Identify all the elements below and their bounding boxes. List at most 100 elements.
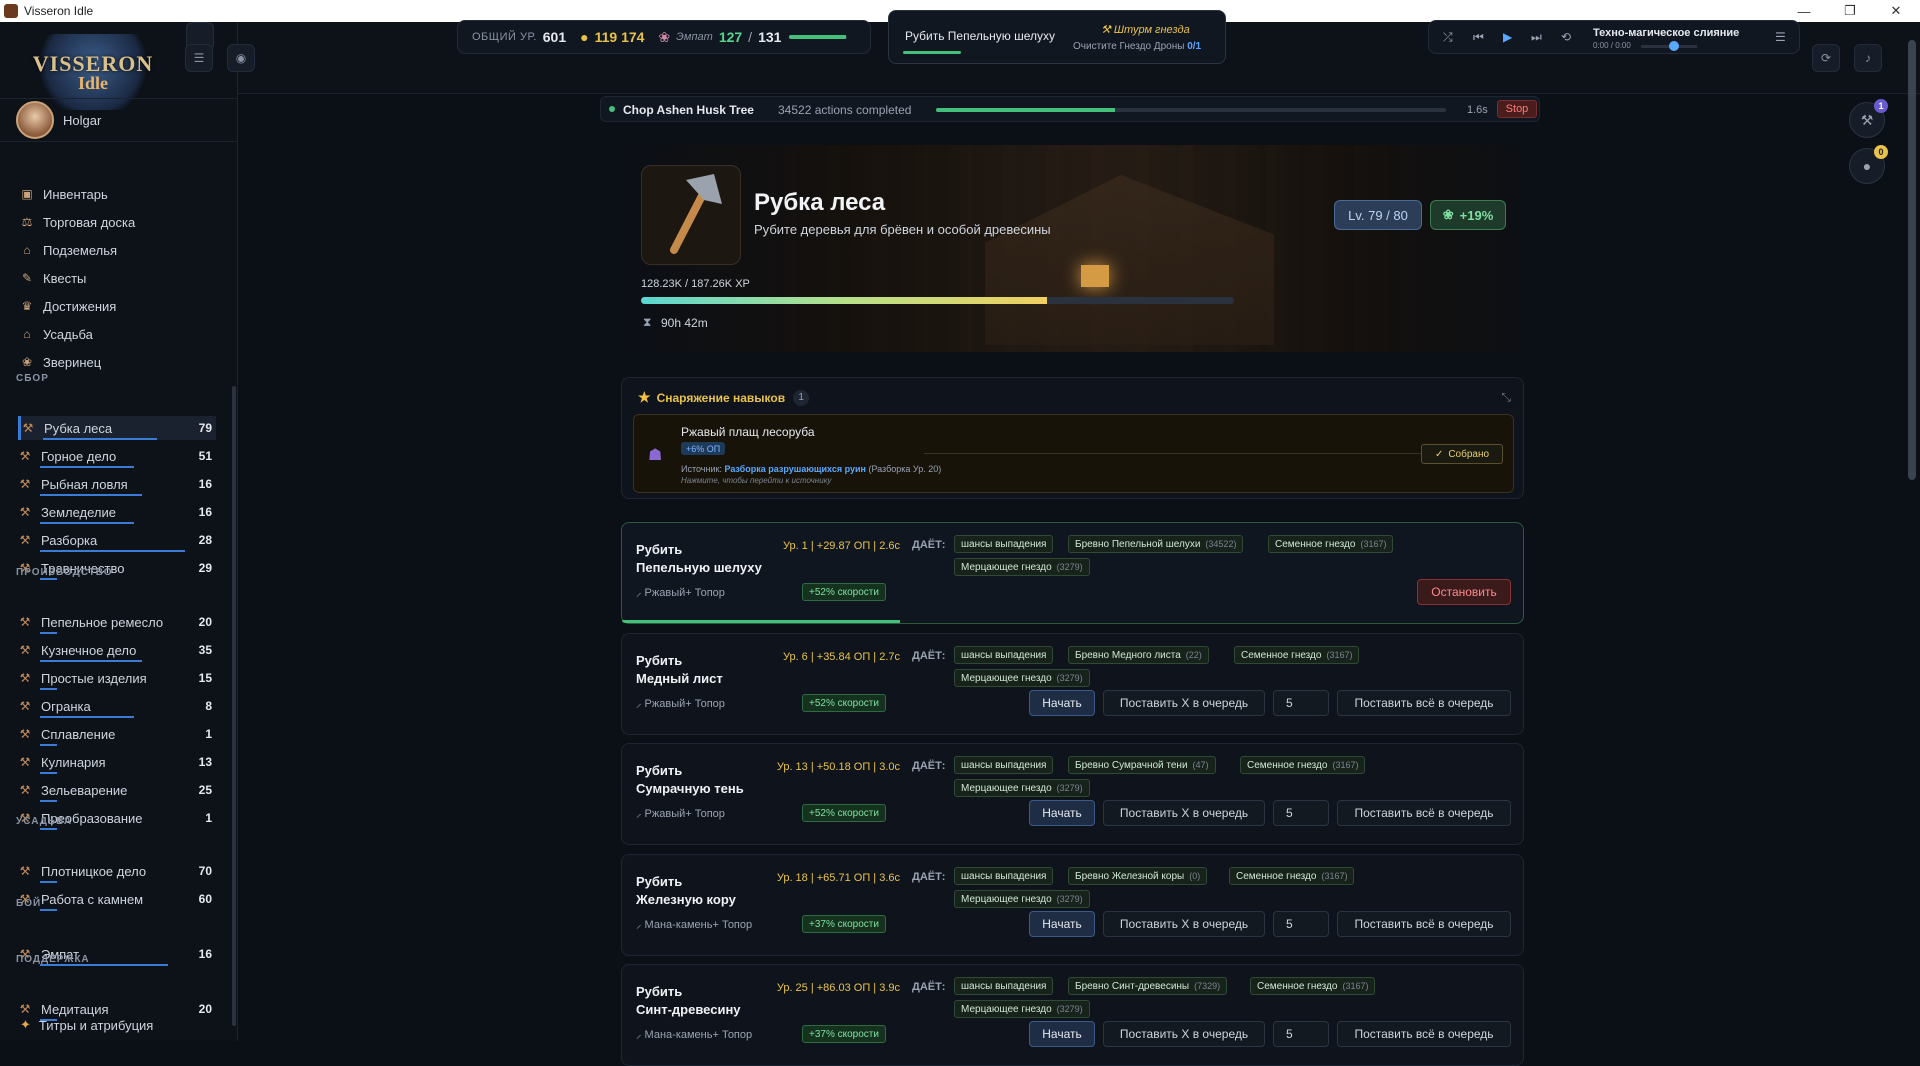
nav-item-label: Квесты	[43, 270, 87, 286]
drop-chip[interactable]: Семенное гнездо (3167)	[1234, 646, 1360, 664]
volume-icon[interactable]: ♪	[1854, 44, 1882, 72]
repeat-icon[interactable]: ⟲	[1561, 30, 1571, 44]
drop-chip[interactable]: Семенное гнездо (3167)	[1240, 756, 1366, 774]
main-scrollbar[interactable]	[1908, 40, 1916, 480]
drop-chip[interactable]: шансы выпадения	[954, 756, 1054, 774]
drop-chip[interactable]: Мерцающее гнездо (3279)	[954, 669, 1090, 687]
nav-item-2[interactable]: ⌂ Подземелья	[20, 239, 220, 261]
drop-chip[interactable]: Мерцающее гнездо (3279)	[954, 558, 1090, 576]
start-button[interactable]: Начать	[1029, 1021, 1095, 1047]
gear-header[interactable]: ★ Снаряжение навыков 1	[638, 389, 810, 406]
drop-chip[interactable]: шансы выпадения	[954, 977, 1054, 995]
drop-chip[interactable]: Бревно Пепельной шелухи (34522)	[1068, 535, 1244, 553]
next-track-icon[interactable]: ⏭	[1531, 30, 1542, 45]
tools-icon[interactable]: ⚒ 1	[1849, 99, 1888, 138]
credits-link[interactable]: ✦ Титры и атрибуция	[20, 1017, 153, 1033]
drop-chip[interactable]: Семенное гнездо (3167)	[1250, 977, 1376, 995]
stop-button[interactable]: Остановить	[1417, 579, 1511, 605]
collapse-icon[interactable]: ⤡	[1501, 390, 1511, 405]
nav-item-4[interactable]: ♛ Достижения	[20, 295, 220, 317]
close-button[interactable]: ✕	[1873, 0, 1919, 22]
avatar[interactable]	[16, 101, 54, 139]
drop-chip[interactable]: Мерцающее гнездо (3279)	[954, 890, 1090, 908]
maximize-button[interactable]: ❐	[1827, 0, 1873, 22]
quantity-input[interactable]: 5	[1273, 1021, 1329, 1047]
nav-item-0[interactable]: ▣ Инвентарь	[20, 183, 220, 205]
drop-chip[interactable]: шансы выпадения	[954, 535, 1054, 553]
skill-item[interactable]: ⚒ Земледелие 16	[18, 500, 216, 524]
skill-item[interactable]: ⚒ Рыбная ловля 16	[18, 472, 216, 496]
drop-chip[interactable]: Бревно Железной коры (0)	[1068, 867, 1208, 885]
shuffle-icon[interactable]: ⤮	[1443, 30, 1453, 45]
prev-track-icon[interactable]: ⏮	[1473, 30, 1484, 45]
queue-x-button[interactable]: Поставить X в очередь	[1103, 1021, 1265, 1047]
action-speed-badge: +37% скорости	[802, 915, 886, 933]
start-button[interactable]: Начать	[1029, 690, 1095, 716]
skill-progress	[40, 772, 57, 774]
skill-item[interactable]: ⚒ Плотницкое дело 70	[18, 859, 216, 883]
skill-item[interactable]: ⚒ Горное дело 51	[18, 444, 216, 468]
skill-item[interactable]: ⚒ Рубка леса 79	[18, 416, 216, 440]
sync-icon[interactable]: ⟳	[1812, 44, 1840, 72]
start-button[interactable]: Начать	[1029, 911, 1095, 937]
queue-all-button[interactable]: Поставить всё в очередь	[1337, 911, 1511, 937]
playlist-icon[interactable]: ☰	[1775, 30, 1786, 44]
drop-chip[interactable]: Бревно Синт-древесины (7329)	[1068, 977, 1228, 995]
drop-count: (3167)	[1326, 650, 1353, 660]
nav-item-3[interactable]: ✎ Квесты	[20, 267, 220, 289]
skill-icon: ⚒	[19, 864, 31, 878]
gear-item[interactable]: ☗ Ржавый плащ лесоруба +6% ОП Источник: …	[633, 414, 1514, 493]
discord-icon[interactable]: ◉	[227, 44, 255, 72]
drop-chip[interactable]: Бревно Медного листа (22)	[1068, 646, 1209, 664]
skill-item[interactable]: ⚒ Простые изделия 15	[18, 666, 216, 690]
quest-title[interactable]: ⚒ Штурм гнезда	[1101, 23, 1190, 36]
gear-item-source[interactable]: Источник: Разборка разрушающихся руин (Р…	[681, 464, 941, 474]
current-action-box[interactable]: Рубить Пепельную шелуху ⚒ Штурм гнезда О…	[888, 10, 1226, 64]
queue-x-button[interactable]: Поставить X в очередь	[1103, 911, 1265, 937]
bomb-icon[interactable]: ● 0	[1849, 145, 1888, 184]
volume-knob[interactable]	[1669, 41, 1679, 51]
nav-item-5[interactable]: ⌂ Усадьба	[20, 323, 220, 345]
drop-chip[interactable]: шансы выпадения	[954, 646, 1054, 664]
skill-item[interactable]: ⚒ Работа с камнем 60	[18, 887, 216, 911]
menu-icon[interactable]: ☰	[185, 44, 213, 72]
status-stop-button[interactable]: Stop	[1497, 100, 1537, 118]
skill-item[interactable]: ⚒ Сплавление 1	[18, 722, 216, 746]
drop-chip[interactable]: Семенное гнездо (3167)	[1229, 867, 1355, 885]
skill-level: 25	[198, 783, 212, 797]
skill-item[interactable]: ⚒ Кулинария 13	[18, 750, 216, 774]
skill-level: 16	[198, 947, 212, 961]
skill-item[interactable]: ⚒ Зельеварение 25	[18, 778, 216, 802]
queue-x-button[interactable]: Поставить X в очередь	[1103, 690, 1265, 716]
drop-chip[interactable]: Мерцающее гнездо (3279)	[954, 1000, 1090, 1018]
skill-item[interactable]: ⚒ Огранка 8	[18, 694, 216, 718]
quantity-input[interactable]: 5	[1273, 911, 1329, 937]
status-action-count: 34522 actions completed	[778, 103, 912, 117]
gear-title: Снаряжение навыков	[656, 390, 786, 405]
axe-icon	[641, 165, 741, 265]
drop-chip[interactable]: Семенное гнездо (3167)	[1268, 535, 1394, 553]
queue-x-button[interactable]: Поставить X в очередь	[1103, 800, 1265, 826]
queue-all-button[interactable]: Поставить всё в очередь	[1337, 800, 1511, 826]
queue-all-button[interactable]: Поставить всё в очередь	[1337, 1021, 1511, 1047]
play-icon[interactable]: ▶	[1503, 30, 1512, 44]
quantity-input[interactable]: 5	[1273, 690, 1329, 716]
drop-chip[interactable]: шансы выпадения	[954, 867, 1054, 885]
user-panel[interactable]: Holgar	[0, 98, 238, 142]
skill-item[interactable]: ⚒ Пепельное ремесло 20	[18, 610, 216, 634]
drop-chip[interactable]: Бревно Сумрачной тени (47)	[1068, 756, 1216, 774]
skill-item[interactable]: ⚒ Кузнечное дело 35	[18, 638, 216, 662]
skill-item[interactable]: ⚒ Разборка 28	[18, 528, 216, 552]
skill-bonus-badge[interactable]: ❀ +19%	[1430, 200, 1506, 230]
skill-label: Зельеварение	[41, 782, 128, 798]
start-button[interactable]: Начать	[1029, 800, 1095, 826]
minimize-button[interactable]: —	[1781, 0, 1827, 22]
drop-chip[interactable]: Мерцающее гнездо (3279)	[954, 779, 1090, 797]
skill-icon: ⚒	[19, 449, 31, 463]
quantity-input[interactable]: 5	[1273, 800, 1329, 826]
nav-item-6[interactable]: ❀ Зверинец	[20, 351, 220, 373]
sidebar-scrollbar[interactable]	[232, 386, 236, 1026]
queue-all-button[interactable]: Поставить всё в очередь	[1337, 690, 1511, 716]
nav-item-1[interactable]: ⚖ Торговая доска	[20, 211, 220, 233]
skill-progress	[40, 688, 57, 690]
